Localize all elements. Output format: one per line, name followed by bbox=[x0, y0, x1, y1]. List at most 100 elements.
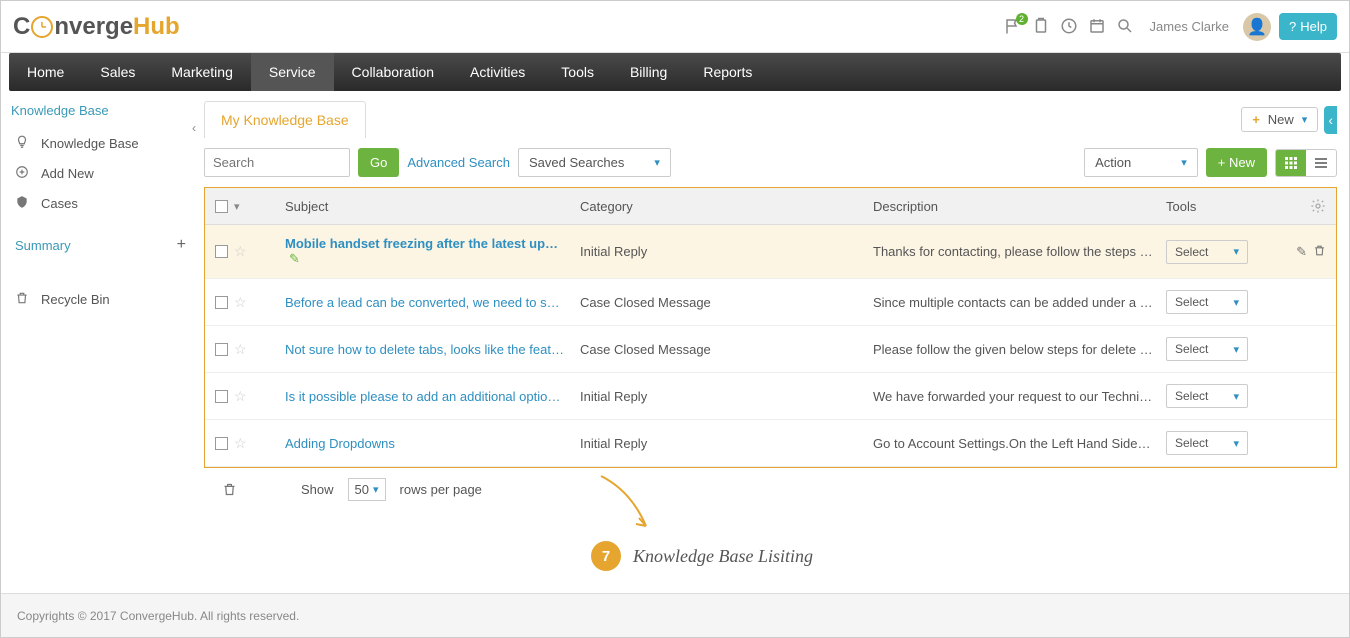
nav-tools[interactable]: Tools bbox=[543, 53, 612, 91]
star-icon[interactable]: ☆ bbox=[234, 388, 247, 405]
edit-icon[interactable]: ✎ bbox=[289, 251, 300, 266]
plus-icon[interactable]: + bbox=[177, 236, 186, 254]
go-button[interactable]: Go bbox=[358, 148, 399, 177]
sidebar-title[interactable]: Knowledge Base bbox=[11, 103, 190, 118]
select-all-checkbox[interactable] bbox=[215, 200, 228, 213]
flag-icon[interactable]: 2 bbox=[1004, 17, 1024, 37]
view-toggle bbox=[1275, 149, 1337, 177]
row-checkbox[interactable] bbox=[215, 390, 228, 403]
search-input[interactable] bbox=[204, 148, 350, 177]
nav-billing[interactable]: Billing bbox=[612, 53, 685, 91]
main-nav: HomeSalesMarketingServiceCollaborationAc… bbox=[9, 53, 1341, 91]
nav-activities[interactable]: Activities bbox=[452, 53, 543, 91]
col-subject[interactable]: Subject bbox=[285, 199, 580, 214]
sidebar-collapse-icon[interactable]: ‹ bbox=[192, 121, 196, 135]
rows-value: 50 bbox=[355, 482, 369, 497]
clock-icon[interactable] bbox=[1060, 17, 1080, 37]
star-icon[interactable]: ☆ bbox=[234, 243, 247, 260]
saved-searches-dropdown[interactable]: Saved Searches ▾ bbox=[518, 148, 671, 177]
rows-per-page-dropdown[interactable]: 50 ▾ bbox=[348, 478, 386, 501]
description-cell: We have forwarded your request to our Te… bbox=[873, 389, 1153, 404]
select-label: Select bbox=[1175, 342, 1208, 356]
annotation-arrow-icon bbox=[591, 471, 671, 541]
star-icon[interactable]: ☆ bbox=[234, 435, 247, 452]
nav-sales[interactable]: Sales bbox=[82, 53, 153, 91]
select-label: Select bbox=[1175, 245, 1208, 259]
row-checkbox[interactable] bbox=[215, 343, 228, 356]
chevron-down-icon: ▾ bbox=[1302, 113, 1308, 126]
sidebar-item-knowledge-base[interactable]: Knowledge Base bbox=[11, 128, 190, 158]
action-label: Action bbox=[1095, 155, 1131, 170]
col-tools[interactable]: Tools bbox=[1166, 199, 1276, 214]
tab-my-kb[interactable]: My Knowledge Base bbox=[204, 101, 366, 138]
gear-icon[interactable] bbox=[1310, 198, 1326, 214]
subject-link[interactable]: Before a lead can be converted, we need … bbox=[285, 295, 565, 310]
col-description[interactable]: Description bbox=[873, 199, 1166, 214]
annotation-number: 7 bbox=[591, 541, 621, 571]
table-footer: Show 50 ▾ rows per page bbox=[204, 468, 1337, 511]
star-icon[interactable]: ☆ bbox=[234, 341, 247, 358]
star-icon[interactable]: ☆ bbox=[234, 294, 247, 311]
logo[interactable]: C nverge Hub bbox=[13, 13, 180, 41]
chevron-down-icon: ▾ bbox=[1181, 156, 1187, 169]
kb-table: ▾ Subject Category Description Tools ☆ Mo… bbox=[204, 187, 1337, 468]
new-button[interactable]: + New bbox=[1206, 148, 1267, 177]
copyright-text: Copyrights © 2017 ConvergeHub. All right… bbox=[17, 609, 299, 623]
grid-view-button[interactable] bbox=[1276, 150, 1306, 176]
list-view-button[interactable] bbox=[1306, 150, 1336, 176]
trash-icon[interactable] bbox=[222, 482, 237, 497]
action-dropdown[interactable]: Action ▾ bbox=[1084, 148, 1198, 177]
sidebar-recycle[interactable]: Recycle Bin bbox=[11, 284, 190, 314]
sidebar-item-label: Add New bbox=[41, 166, 94, 181]
select-dropdown[interactable]: Select▾ bbox=[1166, 384, 1248, 408]
table-row: ☆ Not sure how to delete tabs, looks like… bbox=[205, 326, 1336, 373]
sidebar-item-label: Cases bbox=[41, 196, 78, 211]
description-cell: Please follow the given below steps for … bbox=[873, 342, 1153, 357]
chevron-down-icon: ▾ bbox=[373, 483, 379, 496]
sidebar-icon bbox=[15, 135, 31, 151]
select-label: Select bbox=[1175, 389, 1208, 403]
nav-collaboration[interactable]: Collaboration bbox=[334, 53, 453, 91]
description-cell: Go to Account Settings.On the Left Hand … bbox=[873, 436, 1153, 451]
select-dropdown[interactable]: Select▾ bbox=[1166, 240, 1248, 264]
nav-marketing[interactable]: Marketing bbox=[153, 53, 250, 91]
chevron-down-icon: ▾ bbox=[1233, 437, 1239, 450]
select-dropdown[interactable]: Select▾ bbox=[1166, 337, 1248, 361]
sidebar-item-cases[interactable]: Cases bbox=[11, 188, 190, 218]
advanced-search-link[interactable]: Advanced Search bbox=[407, 155, 510, 170]
row-checkbox[interactable] bbox=[215, 245, 228, 258]
help-button[interactable]: ? Help bbox=[1279, 13, 1337, 40]
nav-home[interactable]: Home bbox=[9, 53, 82, 91]
avatar[interactable]: 👤 bbox=[1243, 13, 1271, 41]
logo-letter: C bbox=[13, 13, 30, 41]
select-dropdown[interactable]: Select▾ bbox=[1166, 290, 1248, 314]
nav-reports[interactable]: Reports bbox=[685, 53, 770, 91]
subject-link[interactable]: Mobile handset freezing after the latest… bbox=[285, 236, 565, 251]
col-category[interactable]: Category bbox=[580, 199, 873, 214]
footer: Copyrights © 2017 ConvergeHub. All right… bbox=[1, 593, 1349, 637]
sidebar-item-add-new[interactable]: Add New bbox=[11, 158, 190, 188]
rows-label: rows per page bbox=[400, 482, 482, 497]
clipboard-icon[interactable] bbox=[1032, 17, 1052, 37]
clock-o-icon bbox=[31, 16, 53, 38]
username-label[interactable]: James Clarke bbox=[1150, 19, 1229, 34]
select-dropdown[interactable]: Select▾ bbox=[1166, 431, 1248, 455]
header-right: 2 James Clarke 👤 ? Help bbox=[1004, 13, 1337, 41]
category-cell: Case Closed Message bbox=[580, 295, 873, 310]
subject-link[interactable]: Adding Dropdowns bbox=[285, 436, 565, 451]
new-dropdown[interactable]: + New ▾ bbox=[1241, 107, 1318, 132]
row-checkbox[interactable] bbox=[215, 437, 228, 450]
row-checkbox[interactable] bbox=[215, 296, 228, 309]
edit-icon[interactable]: ✎ bbox=[1296, 244, 1307, 260]
annotation: 7 Knowledge Base Lisiting bbox=[591, 541, 813, 571]
tab-row: My Knowledge Base + New ▾ ‹ bbox=[204, 101, 1337, 138]
chevron-down-icon[interactable]: ▾ bbox=[234, 200, 240, 213]
expand-pill[interactable]: ‹ bbox=[1324, 106, 1337, 134]
search-icon[interactable] bbox=[1116, 17, 1136, 37]
nav-service[interactable]: Service bbox=[251, 53, 334, 91]
sidebar-summary[interactable]: Summary + bbox=[11, 230, 190, 260]
calendar-icon[interactable] bbox=[1088, 17, 1108, 37]
subject-link[interactable]: Is it possible please to add an addition… bbox=[285, 389, 565, 404]
delete-icon[interactable] bbox=[1313, 244, 1326, 260]
subject-link[interactable]: Not sure how to delete tabs, looks like … bbox=[285, 342, 565, 357]
